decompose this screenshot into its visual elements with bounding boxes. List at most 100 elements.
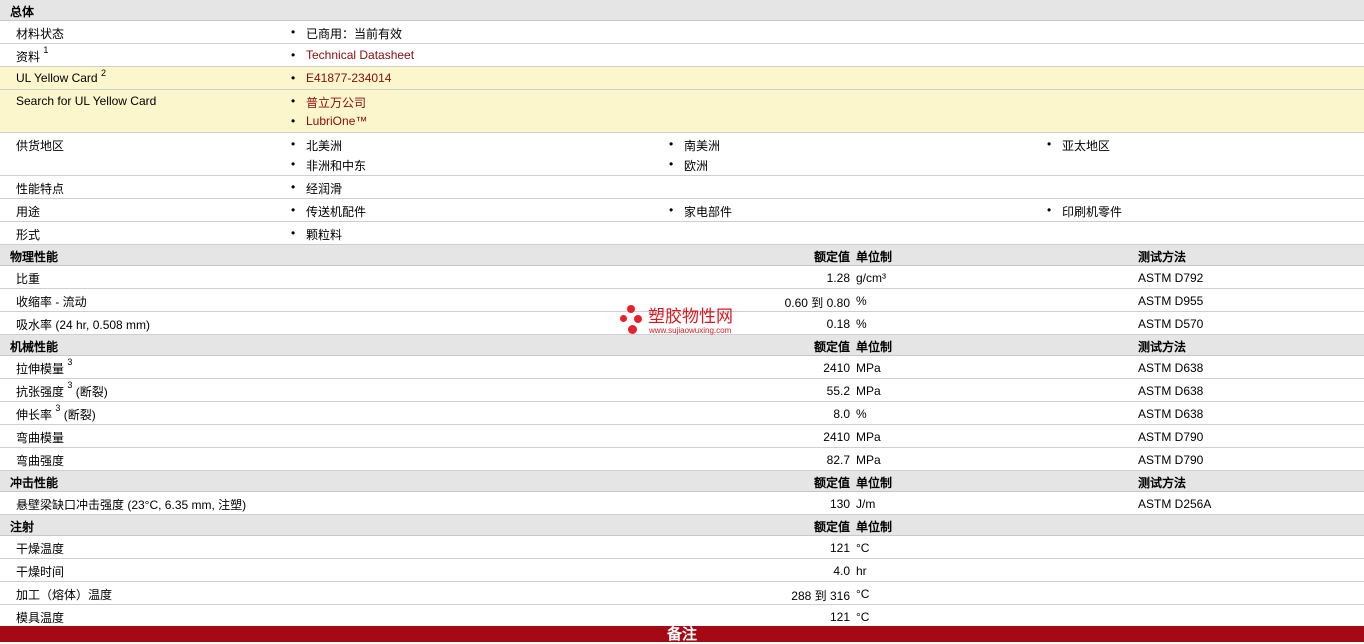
property-unit: hr xyxy=(856,564,867,578)
section-title: 总体 xyxy=(10,5,35,19)
property-unit: °C xyxy=(856,610,870,624)
footnote-ref[interactable]: 3 xyxy=(67,357,72,367)
header-unit: 单位制 xyxy=(856,520,893,534)
company-link[interactable]: 普立万公司 xyxy=(306,96,366,110)
section-general: 总体 xyxy=(0,0,1364,21)
section-title: 机械性能 xyxy=(10,340,59,354)
ul-card-link[interactable]: E41877-234014 xyxy=(306,71,391,85)
property-value: 0.60 到 0.80 xyxy=(784,296,850,310)
header-unit: 单位制 xyxy=(856,476,893,490)
table-row: 比重 1.28 g/cm³ ASTM D792 xyxy=(0,266,1364,289)
bullet-item: LubriOne™ xyxy=(291,114,367,128)
property-label: 模具温度 xyxy=(16,611,65,625)
bullet-item: 印刷机零件 xyxy=(1047,203,1122,220)
test-method: ASTM D790 xyxy=(1138,430,1204,444)
bullet-item: E41877-234014 xyxy=(291,71,391,85)
property-label: 收缩率 - 流动 xyxy=(16,295,87,309)
row-features: 性能特点 经润滑 xyxy=(0,176,1364,199)
table-row: 干燥时间 4.0 hr xyxy=(0,559,1364,582)
row-docs: 资料 1 Technical Datasheet xyxy=(0,44,1364,67)
section-title: 注射 xyxy=(10,520,35,534)
property-unit: MPa xyxy=(856,430,881,444)
footnote-ref[interactable]: 3 xyxy=(55,403,60,413)
footnote-ref[interactable]: 3 xyxy=(67,380,72,390)
watermark-title: 塑胶物性网 xyxy=(648,307,733,327)
footnote-ref[interactable]: 1 xyxy=(43,45,48,55)
row-ul-search: Search for UL Yellow Card 普立万公司 LubriOne… xyxy=(0,90,1364,133)
section-impact: 冲击性能 额定值 单位制 测试方法 xyxy=(0,471,1364,492)
test-method: ASTM D638 xyxy=(1138,384,1204,398)
bullet-item: 非洲和中东 xyxy=(291,157,366,174)
table-row: 弯曲强度 82.7 MPa ASTM D790 xyxy=(0,448,1364,471)
row-regions: 供货地区 北美洲 南美洲 亚太地区 非洲和中东 欧洲 xyxy=(0,133,1364,176)
row-label: 性能特点 xyxy=(16,182,65,196)
property-label: 伸长率 3 (断裂) xyxy=(16,403,96,422)
test-method: ASTM D256A xyxy=(1138,497,1212,511)
row-label: 形式 xyxy=(16,228,41,242)
header-value: 额定值 xyxy=(813,340,850,354)
table-row: 干燥温度 121 °C xyxy=(0,536,1364,559)
table-row: 抗张强度 3 (断裂) 55.2 MPa ASTM D638 xyxy=(0,379,1364,402)
property-value: 2410 xyxy=(823,430,850,444)
datasheet-link[interactable]: Technical Datasheet xyxy=(306,48,414,62)
header-value: 额定值 xyxy=(813,520,850,534)
section-physical: 物理性能 额定值 单位制 测试方法 xyxy=(0,245,1364,266)
property-label: 弯曲强度 xyxy=(16,454,65,468)
header-method: 测试方法 xyxy=(1138,340,1187,354)
table-row: 加工（熔体）温度 288 到 316 °C xyxy=(0,582,1364,605)
table-row: 拉伸模量 3 2410 MPa ASTM D638 xyxy=(0,356,1364,379)
table-row: 模具温度 121 °C xyxy=(0,605,1364,628)
property-value: 2410 xyxy=(823,361,850,375)
property-value: 130 xyxy=(829,497,850,511)
logo-dot-icon xyxy=(627,305,635,313)
bullet-item: 经润滑 xyxy=(291,180,342,197)
property-unit: % xyxy=(856,317,867,331)
property-unit: MPa xyxy=(856,453,881,467)
row-label: 用途 xyxy=(16,205,41,219)
test-method: ASTM D955 xyxy=(1138,294,1204,308)
bullet-item: 欧洲 xyxy=(669,157,708,174)
site-watermark: 塑胶物性网 www.sujiaowuxing.com xyxy=(620,302,770,340)
bullet-item: 颗粒料 xyxy=(291,226,342,243)
property-value: 55.2 xyxy=(826,384,850,398)
bullet-item: 传送机配件 xyxy=(291,203,366,220)
property-value: 121 xyxy=(829,541,850,555)
section-title: 冲击性能 xyxy=(10,476,59,490)
header-unit: 单位制 xyxy=(856,340,893,354)
property-unit: °C xyxy=(856,587,870,601)
property-unit: MPa xyxy=(856,384,881,398)
test-method: ASTM D790 xyxy=(1138,453,1204,467)
notes-bar: 备注 xyxy=(0,626,1364,643)
table-row: 悬壁梁缺口冲击强度 (23°C, 6.35 mm, 注塑) 130 J/m AS… xyxy=(0,492,1364,515)
row-label: UL Yellow Card 2 xyxy=(16,68,106,85)
row-label: 材料状态 xyxy=(16,27,65,41)
property-value: 0.18 xyxy=(826,317,850,331)
section-title: 物理性能 xyxy=(10,250,59,264)
bullet-item: 普立万公司 xyxy=(291,94,366,111)
property-label: 加工（熔体）温度 xyxy=(16,588,113,602)
property-unit: °C xyxy=(856,541,870,555)
header-value: 额定值 xyxy=(813,250,850,264)
row-uses: 用途 传送机配件 家电部件 印刷机零件 xyxy=(0,199,1364,222)
test-method: ASTM D638 xyxy=(1138,407,1204,421)
test-method: ASTM D792 xyxy=(1138,271,1204,285)
row-label: Search for UL Yellow Card xyxy=(16,94,157,108)
footnote-ref[interactable]: 2 xyxy=(101,68,106,78)
brand-link[interactable]: LubriOne™ xyxy=(306,114,367,128)
logo-dot-icon xyxy=(628,325,637,334)
property-label: 比重 xyxy=(16,272,41,286)
property-label: 抗张强度 3 (断裂) xyxy=(16,380,108,399)
logo-dot-icon xyxy=(634,315,642,323)
property-value: 1.28 xyxy=(826,271,850,285)
property-value: 4.0 xyxy=(833,564,850,578)
property-label: 干燥温度 xyxy=(16,542,65,556)
property-unit: % xyxy=(856,407,867,421)
logo-dot-icon xyxy=(620,315,627,322)
table-row: 伸长率 3 (断裂) 8.0 % ASTM D638 xyxy=(0,402,1364,425)
property-unit: J/m xyxy=(856,497,876,511)
property-unit: MPa xyxy=(856,361,881,375)
header-method: 测试方法 xyxy=(1138,476,1187,490)
bullet-item: 北美洲 xyxy=(291,137,342,154)
row-form: 形式 颗粒料 xyxy=(0,222,1364,245)
property-label: 拉伸模量 3 xyxy=(16,357,73,376)
